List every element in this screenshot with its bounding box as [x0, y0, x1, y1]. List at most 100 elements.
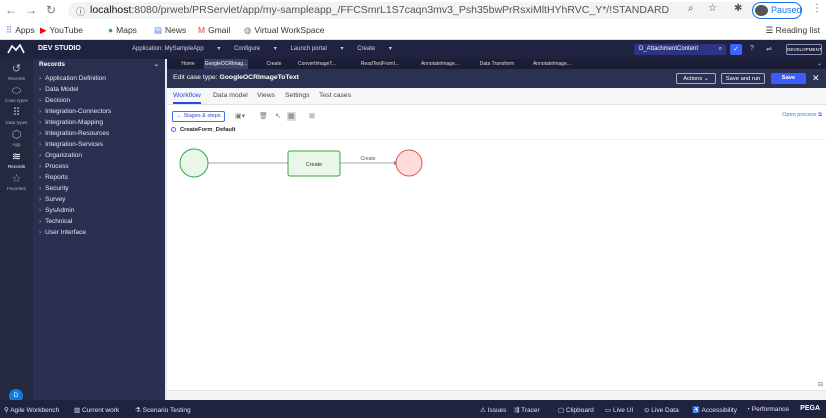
end-shape[interactable]: [395, 149, 423, 177]
fit-view-icon[interactable]: ⊞: [309, 112, 315, 121]
chevron-down-icon[interactable]: ⌄: [154, 59, 159, 71]
nav-case-types[interactable]: ⬭ Case types: [0, 85, 33, 103]
bookmark-news[interactable]: ▤ News: [154, 25, 186, 36]
zoom-icon[interactable]: ⌕: [688, 3, 694, 14]
tracer-button[interactable]: ⇶ Tracer: [514, 406, 540, 414]
address-bar[interactable]: ⓘ localhost:8080/prweb/PRServlet/app/my-…: [68, 2, 758, 19]
create-menu[interactable]: Create ▾: [357, 46, 392, 52]
pega-app: DEV STUDIO Application: MySampleApp ▾ Co…: [0, 40, 826, 418]
record-category[interactable]: Integration-Services: [39, 141, 103, 148]
bookmark-gmail[interactable]: M Gmail: [198, 25, 230, 36]
record-category[interactable]: Decision: [39, 97, 70, 104]
bookmarks-bar: ⠿ Apps ▶ YouTube ● Maps ▤ News M Gmail ◍ Virtu…: [0, 22, 826, 39]
settings-sliders-icon[interactable]: ⇌: [766, 45, 772, 53]
menu-dots-icon[interactable]: ⋮: [812, 3, 822, 14]
reading-list-icon: ☰: [765, 25, 776, 35]
help-icon[interactable]: ?: [750, 45, 754, 52]
tab-workflow[interactable]: Workflow: [173, 92, 201, 104]
record-category[interactable]: Security: [39, 185, 68, 192]
nav-app[interactable]: ⬡ App: [0, 129, 33, 147]
tab-settings[interactable]: Settings: [285, 92, 310, 99]
agile-workbench-button[interactable]: ⚲ Agile Workbench: [4, 406, 59, 414]
grid-toggle-icon[interactable]: ▦: [287, 112, 296, 121]
record-category[interactable]: Organization: [39, 152, 82, 159]
add-shape-icon[interactable]: ▣▾: [235, 112, 245, 121]
gmail-icon: M: [198, 25, 206, 35]
info-icon[interactable]: ⓘ: [76, 5, 85, 18]
tab-annotateimage-2[interactable]: AnnotateImage...: [530, 59, 574, 69]
tab-create[interactable]: Create: [255, 59, 293, 69]
record-category[interactable]: Process: [39, 163, 68, 170]
bookmark-apps[interactable]: ⠿ Apps: [6, 25, 35, 36]
actions-button[interactable]: Actions ⌄: [676, 73, 716, 84]
record-category[interactable]: Integration-Connectors: [39, 108, 111, 115]
current-work-button[interactable]: ▥ Current work: [74, 406, 119, 414]
tab-convertimage[interactable]: ConvertImageT...: [295, 59, 339, 69]
nav-records[interactable]: ≋ Records: [0, 151, 33, 169]
properties-panel-icon[interactable]: ⊟: [818, 381, 823, 388]
records-header[interactable]: Records ⌄: [33, 59, 165, 71]
tab-readtext[interactable]: ReadTextFromI...: [358, 59, 402, 69]
pointer-icon[interactable]: ↖: [275, 112, 281, 121]
work-area: Home GoogleOCRImag... Create ConvertImag…: [167, 59, 826, 400]
record-category[interactable]: Integration-Resources: [39, 130, 109, 137]
close-icon[interactable]: ✕: [812, 73, 820, 84]
scenario-testing-button[interactable]: ⚗ Scenario Testing: [135, 406, 191, 414]
reading-list-button[interactable]: ☰ Reading list: [766, 25, 820, 36]
record-category[interactable]: Survey: [39, 196, 65, 203]
profile-button[interactable]: Paused: [752, 2, 802, 19]
issues-button[interactable]: ⚠ Issues: [480, 406, 506, 414]
bookmark-maps[interactable]: ● Maps: [108, 25, 137, 36]
connector-label: Create: [360, 156, 375, 162]
nav-favorites[interactable]: ☆ Favorites: [0, 173, 33, 191]
record-category[interactable]: Technical: [39, 218, 72, 225]
accessibility-button[interactable]: ♿ Accessibility: [692, 406, 737, 414]
nav-recents[interactable]: ↺ Recents: [0, 63, 33, 81]
case-types-icon: ⬭: [11, 85, 22, 97]
tabs-overflow-chevron-icon[interactable]: ⌄: [817, 59, 822, 69]
tab-test-cases[interactable]: Test cases: [319, 92, 351, 99]
search-input[interactable]: D_AttachmentContent ⌕: [634, 44, 726, 55]
record-category[interactable]: Integration-Mapping: [39, 119, 103, 126]
mode-badge: DEVELOPMENT: [786, 44, 822, 55]
extensions-icon[interactable]: ✱: [734, 3, 742, 14]
record-category[interactable]: SysAdmin: [39, 207, 74, 214]
search-icon: ⌕: [718, 46, 722, 52]
star-icon[interactable]: ☆: [708, 3, 717, 14]
tab-data-model[interactable]: Data model: [213, 92, 248, 99]
tab-data-transform[interactable]: Data Transform: [475, 59, 519, 69]
tab-views[interactable]: Views: [257, 92, 275, 99]
records-explorer: Records⌄ Application Definition Data Mod…: [33, 59, 165, 400]
live-data-button[interactable]: ⊙ Live Data: [644, 406, 679, 414]
horizontal-scrollbar[interactable]: [167, 390, 826, 400]
configure-menu[interactable]: Configure ▾: [234, 46, 277, 52]
clipboard-button[interactable]: ▢ Clipboard: [558, 406, 594, 414]
record-category[interactable]: Data Model: [39, 86, 78, 93]
tab-home[interactable]: Home: [173, 59, 203, 69]
launch-portal-menu[interactable]: Launch portal ▾: [290, 46, 343, 52]
bookmark-virtual-workspace[interactable]: ◍ Virtual WorkSpace: [244, 25, 325, 36]
record-category[interactable]: Application Definition: [39, 75, 106, 82]
bookmark-youtube[interactable]: ▶ YouTube: [40, 25, 83, 36]
url-text[interactable]: localhost:8080/prweb/PRServlet/app/my-sa…: [90, 4, 669, 17]
nav-data-types[interactable]: ⠿ Data types: [0, 107, 33, 125]
record-category[interactable]: User Interface: [39, 229, 86, 236]
start-shape[interactable]: [179, 148, 209, 178]
case-designer-tabs: Workflow Data model Views Settings Test …: [167, 88, 826, 105]
checkmark-icon[interactable]: ✓: [730, 44, 742, 55]
flow-canvas[interactable]: Create Create: [167, 139, 826, 390]
performance-button[interactable]: ◔ Performance: [746, 406, 789, 413]
open-process-link[interactable]: Open process ⧉: [782, 112, 822, 119]
forward-arrow-icon[interactable]: →: [24, 3, 38, 17]
save-button[interactable]: Save: [771, 73, 806, 84]
delete-icon[interactable]: 🗑: [259, 112, 268, 121]
stages-steps-button[interactable]: ← Stages & steps: [172, 111, 225, 122]
application-menu[interactable]: Application: MySampleApp ▾: [132, 46, 220, 52]
save-and-run-button[interactable]: Save and run: [721, 73, 765, 84]
tab-googleocr[interactable]: GoogleOCRImag...: [204, 59, 248, 69]
tab-annotateimage[interactable]: AnnotateImage...: [418, 59, 462, 69]
reload-icon[interactable]: ↻: [44, 3, 58, 17]
live-ui-button[interactable]: ▭ Live UI: [605, 406, 633, 414]
record-category[interactable]: Reports: [39, 174, 68, 181]
back-arrow-icon[interactable]: ←: [4, 3, 18, 17]
